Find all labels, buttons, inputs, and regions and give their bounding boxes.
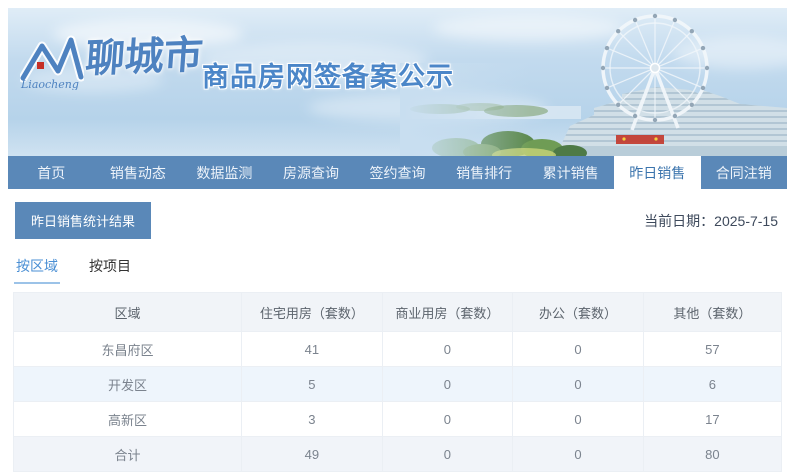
table-row: 开发区 5 0 0 6 xyxy=(12,366,783,402)
current-date: 当前日期：2025-7-15 xyxy=(644,211,778,231)
commercial-cell: 0 xyxy=(381,366,514,402)
site-banner: Liaocheng 聊城市 商品房网签备案公示 xyxy=(8,8,787,156)
column-header-office: 办公（套数） xyxy=(512,292,644,332)
nav-item-cumulative-sales[interactable]: 累计销售 xyxy=(527,156,614,189)
main-navigation: 首页 销售动态 数据监测 房源查询 签约查询 销售排行 累计销售 昨日销售 合同… xyxy=(8,156,787,189)
residential-cell: 49 xyxy=(241,436,383,472)
page: Liaocheng 聊城市 商品房网签备案公示 首页 销售动态 数据监测 房源查… xyxy=(8,8,787,472)
commercial-cell: 0 xyxy=(381,436,514,472)
toolbar: 昨日销售统计结果 当前日期：2025-7-15 xyxy=(15,202,778,239)
tab-by-region[interactable]: 按区域 xyxy=(14,254,60,284)
residential-cell: 3 xyxy=(241,401,383,437)
nav-item-sales-ranking[interactable]: 销售排行 xyxy=(441,156,528,189)
column-header-region: 区域 xyxy=(12,292,243,332)
column-header-commercial: 商业用房（套数） xyxy=(381,292,514,332)
commercial-cell: 0 xyxy=(381,401,514,437)
other-cell: 80 xyxy=(642,436,783,472)
office-cell: 0 xyxy=(512,401,644,437)
other-cell: 57 xyxy=(642,331,783,367)
other-cell: 17 xyxy=(642,401,783,437)
tab-by-project[interactable]: 按项目 xyxy=(88,254,132,284)
region-cell: 高新区 xyxy=(12,401,243,437)
table-row: 高新区 3 0 0 17 xyxy=(12,401,783,437)
nav-item-contract-cancellation[interactable]: 合同注销 xyxy=(701,156,788,189)
yesterday-sales-result-button[interactable]: 昨日销售统计结果 xyxy=(15,202,152,239)
banner-title: 商品房网签备案公示 xyxy=(202,62,454,92)
nav-item-yesterday-sales[interactable]: 昨日销售 xyxy=(613,156,701,189)
table-row: 东昌府区 41 0 0 57 xyxy=(12,331,783,367)
table-header-row: 区域 住宅用房（套数） 商业用房（套数） 办公（套数） 其他（套数） xyxy=(12,292,783,332)
nav-item-data-monitoring[interactable]: 数据监测 xyxy=(181,156,268,189)
column-header-other: 其他（套数） xyxy=(642,292,783,332)
commercial-cell: 0 xyxy=(381,331,514,367)
city-logo-icon: Liaocheng xyxy=(20,35,84,90)
office-cell: 0 xyxy=(512,366,644,402)
region-cell: 东昌府区 xyxy=(12,331,243,367)
content-area: 昨日销售统计结果 当前日期：2025-7-15 按区域 按项目 区域 住宅用房（… xyxy=(8,202,787,472)
nav-item-signing-search[interactable]: 签约查询 xyxy=(354,156,441,189)
nav-item-home[interactable]: 首页 xyxy=(8,156,95,189)
current-date-value: 2025-7-15 xyxy=(714,212,778,229)
region-cell: 合计 xyxy=(12,436,243,472)
nav-item-listing-search[interactable]: 房源查询 xyxy=(268,156,355,189)
residential-cell: 41 xyxy=(241,331,383,367)
nav-item-sales-activity[interactable]: 销售动态 xyxy=(95,156,182,189)
current-date-label: 当前日期： xyxy=(644,212,715,229)
sales-statistics-table: 区域 住宅用房（套数） 商业用房（套数） 办公（套数） 其他（套数） 东昌府区 … xyxy=(12,292,783,472)
region-cell: 开发区 xyxy=(12,366,243,402)
logo-script-label: Liaocheng xyxy=(20,78,79,90)
residential-cell: 5 xyxy=(241,366,383,402)
other-cell: 6 xyxy=(642,366,783,402)
view-tabs: 按区域 按项目 xyxy=(14,254,787,284)
office-cell: 0 xyxy=(512,331,644,367)
office-cell: 0 xyxy=(512,436,644,472)
table-row-total: 合计 49 0 0 80 xyxy=(12,436,783,472)
city-name-calligraphy: 聊城市 xyxy=(83,31,205,83)
column-header-residential: 住宅用房（套数） xyxy=(241,292,383,332)
